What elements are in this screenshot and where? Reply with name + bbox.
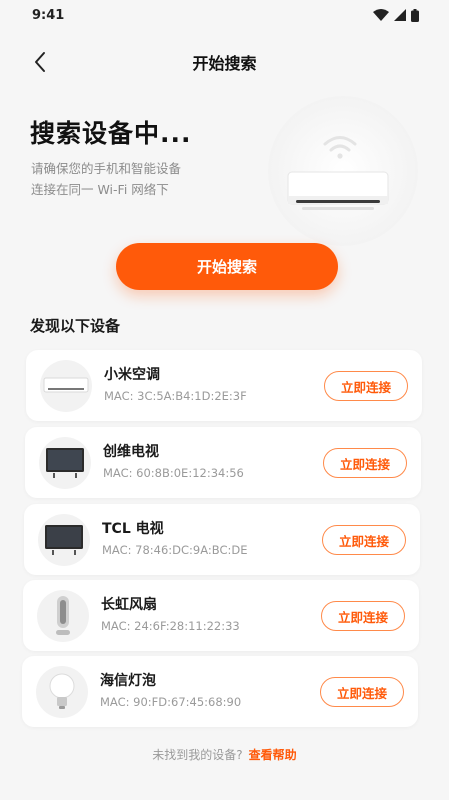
device-thumbnail <box>38 514 90 566</box>
device-mac: MAC: 78:46:DC:9A:BC:DE <box>102 543 248 557</box>
air-conditioner-icon <box>43 377 89 393</box>
device-card-skyworth-tv[interactable]: 创维电视 MAC: 60:8B:0E:12:34:56 立即连接 <box>25 427 421 498</box>
device-name: 创维电视 <box>103 444 159 460</box>
device-mac: MAC: 3C:5A:B4:1D:2E:3F <box>104 389 247 403</box>
connect-button[interactable]: 立即连接 <box>323 448 407 478</box>
device-thumbnail <box>36 666 88 718</box>
device-thumbnail <box>39 437 91 489</box>
device-card-tcl-tv[interactable]: TCL 电视 MAC: 78:46:DC:9A:BC:DE 立即连接 <box>24 504 420 575</box>
device-mac: MAC: 90:FD:67:45:68:90 <box>100 695 242 709</box>
device-list: 小米空调 MAC: 3C:5A:B4:1D:2E:3F 立即连接 创维电视 MA… <box>0 0 449 800</box>
device-thumbnail <box>37 590 89 642</box>
footer-help: 未找到我的设备? 查看帮助 <box>0 746 449 763</box>
device-mac: MAC: 60:8B:0E:12:34:56 <box>103 466 244 480</box>
tower-fan-icon <box>56 596 70 635</box>
tv-icon <box>45 525 83 555</box>
device-card-hisense-bulb[interactable]: 海信灯泡 MAC: 90:FD:67:45:68:90 立即连接 <box>22 656 418 727</box>
device-thumbnail <box>40 360 92 412</box>
connect-button[interactable]: 立即连接 <box>320 677 404 707</box>
footer-text: 未找到我的设备? <box>152 748 243 762</box>
device-mac: MAC: 24:6F:28:11:22:33 <box>101 619 240 633</box>
device-name: 小米空调 <box>104 367 160 383</box>
device-card-xiaomi-ac[interactable]: 小米空调 MAC: 3C:5A:B4:1D:2E:3F 立即连接 <box>26 350 422 421</box>
connect-button[interactable]: 立即连接 <box>322 525 406 555</box>
device-name: 海信灯泡 <box>100 673 156 689</box>
device-name: 长虹风扇 <box>101 597 157 613</box>
device-card-changhong-fan[interactable]: 长虹风扇 MAC: 24:6F:28:11:22:33 立即连接 <box>23 580 419 651</box>
help-link[interactable]: 查看帮助 <box>249 748 297 762</box>
tv-icon <box>46 448 84 478</box>
connect-button[interactable]: 立即连接 <box>321 601 405 631</box>
connect-button[interactable]: 立即连接 <box>324 371 408 401</box>
device-name: TCL 电视 <box>102 521 164 537</box>
light-bulb-icon <box>49 673 75 709</box>
